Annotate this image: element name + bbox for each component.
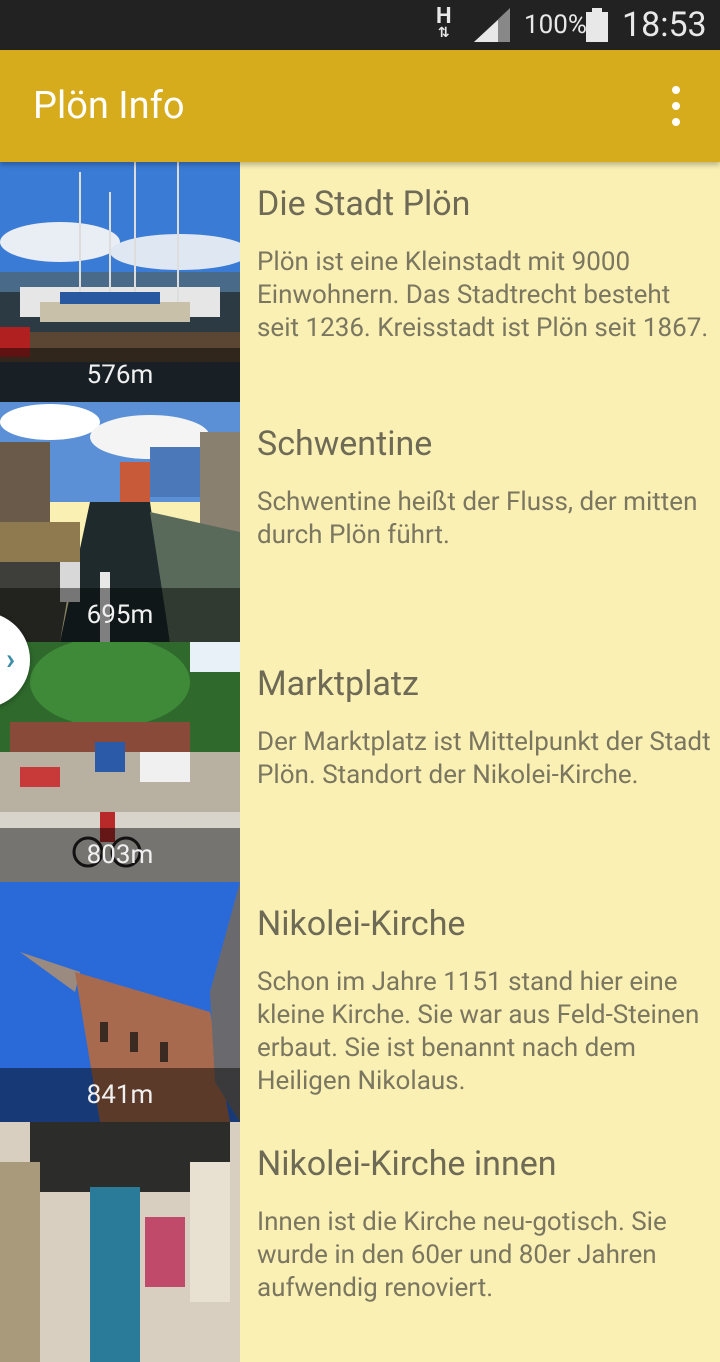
distance-label: 695m: [0, 588, 240, 642]
poi-image-river: 695m: [0, 402, 240, 642]
network-type-icon: H ⇅: [436, 4, 452, 42]
poi-image-market: 803m: [0, 642, 240, 882]
status-bar: H ⇅ 100% 18:53: [0, 0, 720, 50]
poi-title: Nikolei-Kirche innen: [257, 1144, 557, 1184]
battery-percent: 100%: [524, 10, 587, 40]
poi-image-church-interior: [0, 1122, 240, 1362]
overflow-menu-icon[interactable]: [660, 86, 692, 126]
poi-title: Marktplatz: [257, 664, 419, 704]
poi-description: Plön ist eine Kleinstadt mit 9000 Einwoh…: [257, 247, 709, 343]
poi-image-church: 841m: [0, 882, 240, 1122]
distance-label: 803m: [0, 828, 240, 882]
chevron-right-icon: ›: [6, 642, 16, 677]
distance-label: 841m: [0, 1068, 240, 1122]
app-title: Plön Info: [33, 84, 185, 128]
app-bar: Plön Info: [0, 50, 720, 162]
poi-description: Der Marktplatz ist Mittelpunkt der Stadt…: [257, 727, 711, 790]
battery-icon: [586, 0, 608, 50]
list-item[interactable]: Nikolei-Kirche innen Innen ist die Kirch…: [0, 1122, 720, 1362]
list-item[interactable]: 841m Nikolei-Kirche Schon im Jahre 1151 …: [0, 882, 720, 1122]
poi-list[interactable]: 576m Die Stadt Plön Plön ist eine Kleins…: [0, 162, 720, 1362]
poi-description: Schon im Jahre 1151 stand hier eine klei…: [257, 967, 700, 1096]
status-clock: 18:53: [622, 5, 707, 45]
network-type-label: H: [436, 4, 452, 29]
poi-description: Schwentine heißt der Fluss, der mitten d…: [257, 487, 698, 550]
poi-description: Innen ist die Kirche neu-gotisch. Sie wu…: [257, 1207, 667, 1303]
signal-icon: [474, 0, 510, 50]
poi-title: Schwentine: [257, 424, 433, 464]
poi-title: Nikolei-Kirche: [257, 904, 466, 944]
poi-title: Die Stadt Plön: [257, 184, 471, 224]
list-item[interactable]: 576m Die Stadt Plön Plön ist eine Kleins…: [0, 162, 720, 402]
list-item[interactable]: 803m Marktplatz Der Marktplatz ist Mitte…: [0, 642, 720, 882]
list-item[interactable]: 695m Schwentine Schwentine heißt der Flu…: [0, 402, 720, 642]
distance-label: 576m: [0, 348, 240, 402]
poi-image-harbor: 576m: [0, 162, 240, 402]
